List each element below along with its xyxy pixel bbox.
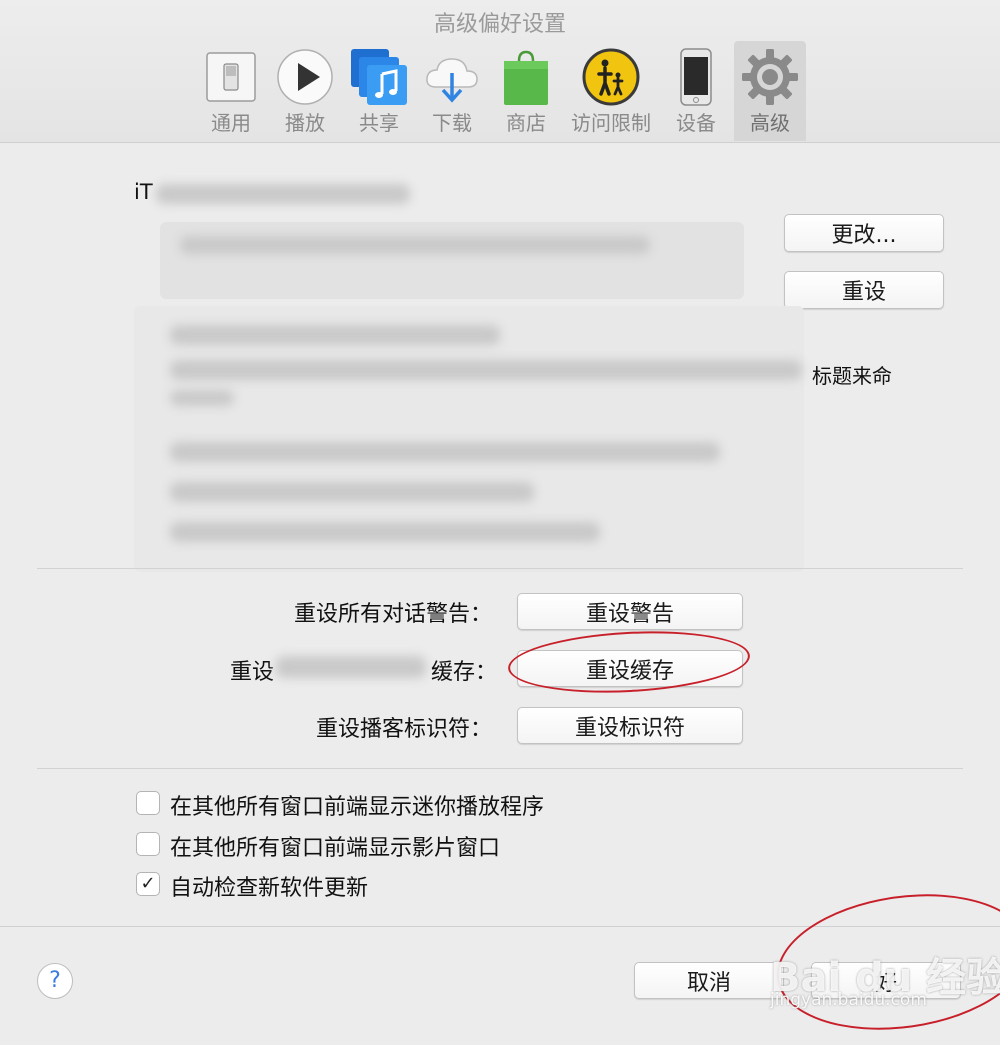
checkbox-checked[interactable]: ✓ [136,872,160,896]
tab-label: 通用 [211,111,251,135]
tab-label: 播放 [285,111,325,135]
gear-icon [740,47,800,107]
redacted-text [170,442,720,462]
partial-option-text: 标题来命 [812,364,892,388]
tab-restrictions[interactable]: 访问限制 [566,41,656,141]
watermark-url: jingyan.baidu.com [770,990,927,1010]
tab-label: 共享 [359,111,399,135]
help-button[interactable]: ? [37,963,73,999]
checkmark-icon: ✓ [140,873,156,894]
redacted-text [170,482,534,502]
media-folder-path-field [160,222,744,299]
media-folder-label: iT [134,180,153,204]
reset-podcast-label: 重设播客标识符： [315,717,492,742]
section-divider [37,768,963,769]
tab-devices[interactable]: 设备 [661,41,731,141]
checkbox[interactable] [136,791,160,815]
reset-cache-label-end: 缓存： [431,660,498,685]
reset-identifier-button[interactable]: 重设标识符 [517,707,743,744]
tab-label: 商店 [506,111,546,135]
cloud-download-icon [422,47,482,107]
tab-label: 访问限制 [571,111,651,135]
tab-store[interactable]: 商店 [491,41,561,141]
phone-icon [666,47,726,107]
change-folder-button[interactable]: 更改... [784,214,944,252]
section-divider [37,568,963,569]
switch-icon [201,47,261,107]
play-icon [275,47,335,107]
reset-cache-label-start: 重设 [230,660,275,685]
redacted-text [156,184,410,204]
tab-label: 下载 [432,111,472,135]
redacted-text [180,236,650,254]
tab-label: 高级 [750,111,790,135]
redacted-text [276,656,426,678]
checkbox[interactable] [136,832,160,856]
option-label: 自动检查新软件更新 [170,876,369,901]
parental-icon [581,47,641,107]
preferences-toolbar: 高级偏好设置 通用 播放 共享 下载 商店 访问限制 设备 高级 [0,0,1000,143]
redacted-text [170,325,500,345]
option-label: 在其他所有窗口前端显示影片窗口 [170,836,501,861]
redacted-text [170,360,802,380]
reset-dialogs-label: 重设所有对话警告： [293,602,492,627]
reset-cache-button[interactable]: 重设缓存 [517,650,743,687]
tab-advanced[interactable]: 高级 [734,41,806,141]
reset-warnings-button[interactable]: 重设警告 [517,593,743,630]
tab-general[interactable]: 通用 [196,41,266,141]
shopping-bag-icon [496,47,556,107]
footer-divider [0,926,1000,927]
tab-playback[interactable]: 播放 [270,41,340,141]
tab-label: 设备 [676,111,716,135]
window-title: 高级偏好设置 [433,12,566,37]
redacted-text [170,390,234,406]
option-label: 在其他所有窗口前端显示迷你播放程序 [170,795,545,820]
music-share-icon [349,47,409,107]
cancel-button[interactable]: 取消 [634,962,784,999]
redacted-text [170,522,600,542]
tab-sharing[interactable]: 共享 [344,41,414,141]
reset-folder-button[interactable]: 重设 [784,271,944,309]
tab-downloads[interactable]: 下载 [417,41,487,141]
